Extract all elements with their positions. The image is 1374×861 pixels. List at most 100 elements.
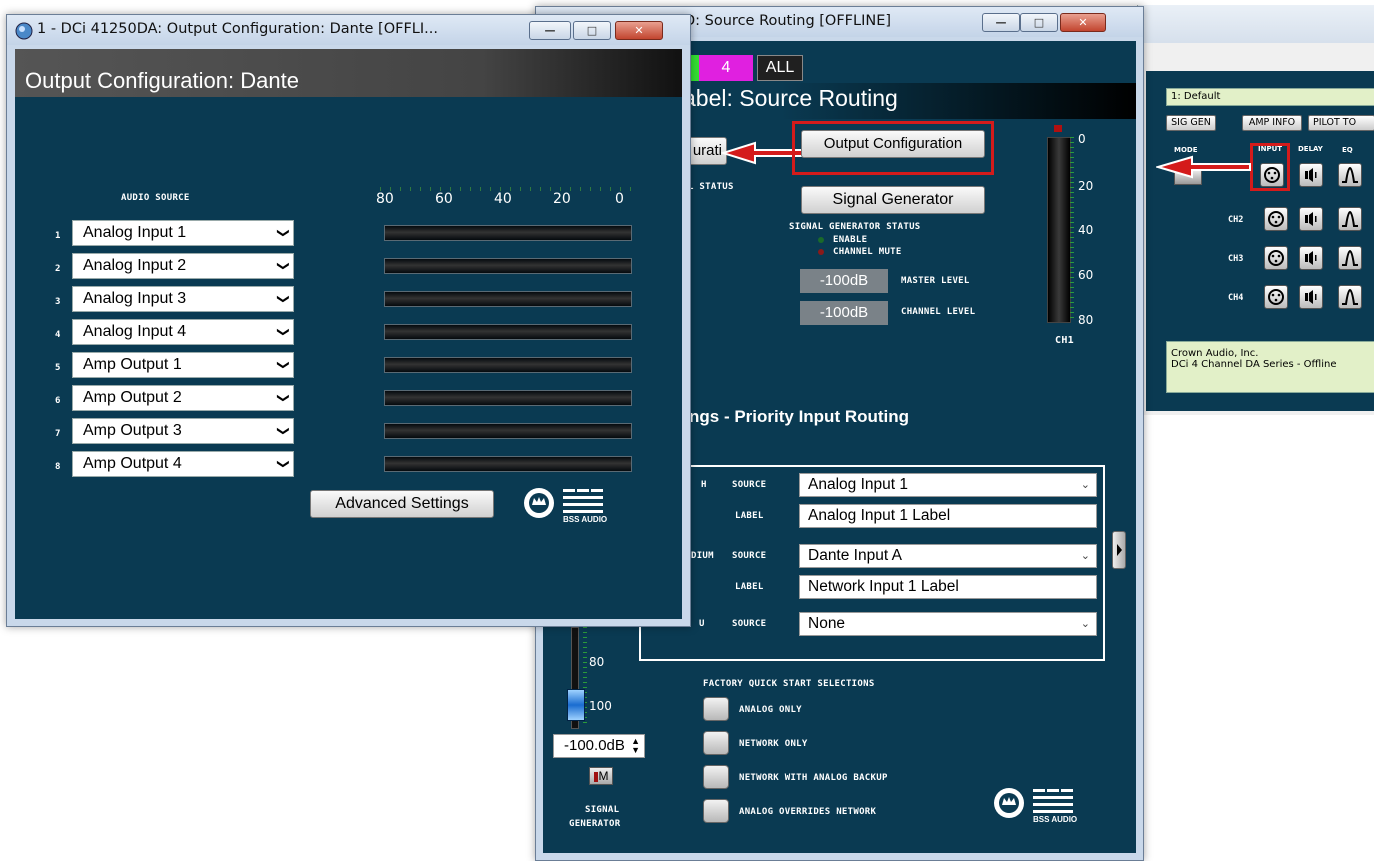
xlr-icon [1268,250,1284,266]
output-source-select[interactable]: Amp Output 2 ❮ [72,385,294,411]
chevron-down-icon: ❮ [274,392,289,404]
output-level-meter [384,456,632,472]
meter-channel-label: CH1 [1055,335,1074,346]
maximize-button[interactable]: □ [573,21,611,40]
row-medium-label-field[interactable]: Network Input 1 Label [799,575,1097,599]
network-only-button[interactable] [703,731,729,755]
delay-button-ch2[interactable] [1299,207,1323,231]
output-source-select[interactable]: Analog Input 2 ❮ [72,253,294,279]
output-source-select[interactable]: Amp Output 3 ❮ [72,418,294,444]
maximize-button[interactable]: □ [1020,13,1058,32]
device-panel: 1: Default SIG GEN AMP INFO PILOT TO MOD… [1146,71,1374,411]
input-button-ch2[interactable] [1264,207,1288,231]
bss-logo: BSS AUDIO [519,481,629,531]
delay-button-ch4[interactable] [1299,285,1323,309]
input-button-ch3[interactable] [1264,246,1288,270]
row-high-label-label: LABEL [735,511,764,521]
chevron-down-icon: ❮ [274,227,289,239]
signal-generator-label-2: GENERATOR [569,819,621,829]
eq-button-ch4[interactable] [1338,285,1362,309]
output-number: 3 [55,297,61,307]
pilot-tone-button[interactable]: PILOT TO [1308,115,1374,131]
minimize-button[interactable]: — [529,21,571,40]
speaker-icon [1305,168,1317,182]
eq-button-ch3[interactable] [1338,246,1362,270]
logo-text: BSS AUDIO [563,515,608,524]
output-source-select[interactable]: Amp Output 1 ❮ [72,352,294,378]
sig-gen-button[interactable]: SIG GEN [1166,115,1216,131]
analog-only-button[interactable] [703,697,729,721]
row-high-source-label: SOURCE [732,480,767,490]
fader-value: -100.0dB [564,737,625,754]
clip-led [1054,125,1062,132]
page-banner-title: abel: Source Routing [683,85,898,111]
delay-button-ch1[interactable] [1299,163,1323,187]
ch3-label: CH3 [1228,254,1244,264]
delay-button-ch3[interactable] [1299,246,1323,270]
row-medium-source-value: Dante Input A [808,547,902,564]
minimize-button[interactable]: — [982,13,1020,32]
meter-ticks [1070,137,1074,321]
master-level-value[interactable]: -100dB [800,269,888,293]
output-level-meter [384,390,632,406]
meter-scale-40: 40 [1078,223,1094,237]
tab-all[interactable]: ALL [757,55,803,81]
output-source-select[interactable]: Analog Input 3 ❮ [72,286,294,312]
master-level-label: MASTER LEVEL [901,276,970,286]
signal-generator-button[interactable]: Signal Generator [801,186,985,214]
output-config-panel: Output Configuration: Dante AUDIO SOURCE… [15,49,682,619]
priority-heading: ngs - Priority Input Routing [689,407,910,426]
output-level-meter [384,324,632,340]
output-level-meter [384,357,632,373]
output-level-meter [384,291,632,307]
delay-label: DELAY [1298,145,1323,153]
row-low-source-value: None [808,615,846,632]
output-source-select[interactable]: Analog Input 1 ❮ [72,220,294,246]
device-info-box: Crown Audio, Inc. DCi 4 Channel DA Serie… [1166,341,1374,393]
channel-level-label: CHANNEL LEVEL [901,307,976,317]
fader-knob[interactable] [567,689,585,721]
window-title: 1 - DCi 41250DA: Output Configuration: D… [37,21,438,37]
ch2-label: CH2 [1228,215,1244,225]
scale-80: 80 [376,191,394,207]
network-analog-backup-label: NETWORK WITH ANALOG BACKUP [739,773,888,783]
chevron-down-icon: ❮ [274,359,289,371]
expand-button[interactable] [1112,531,1126,569]
scale-40: 40 [494,191,512,207]
row-high-source-select[interactable]: Analog Input 1 ⌄ [799,473,1097,497]
speaker-icon [1305,212,1317,226]
eq-button-ch1[interactable] [1338,163,1362,187]
close-button[interactable]: ✕ [615,21,663,40]
fader-scale-80: 80 [589,655,605,669]
eq-button-ch2[interactable] [1338,207,1362,231]
ch4-label: CH4 [1228,293,1244,303]
close-button[interactable]: ✕ [1060,13,1106,32]
speaker-icon [1305,290,1317,304]
row-medium-source-select[interactable]: Dante Input A ⌄ [799,544,1097,568]
output-configuration-button[interactable]: Output Configuration [801,130,985,158]
bss-logo: BSS AUDIO [989,781,1099,831]
amp-info-button[interactable]: AMP INFO [1242,115,1302,131]
mute-button[interactable]: M [589,767,613,785]
fader-value-spinner[interactable]: -100.0dB ▲ ▼ [553,734,645,758]
row-low-source-label: SOURCE [732,619,767,629]
channel-level-value[interactable]: -100dB [800,301,888,325]
meter-scale-20: 20 [1078,179,1094,193]
output-config-titlebar[interactable]: 1 - DCi 41250DA: Output Configuration: D… [7,15,690,45]
output-source-select[interactable]: Analog Input 4 ❮ [72,319,294,345]
advanced-settings-button[interactable]: Advanced Settings [310,490,494,518]
tab-4[interactable]: 4 [699,55,753,81]
spinner-arrows-icon[interactable]: ▲ ▼ [631,737,640,755]
analog-overrides-button[interactable] [703,799,729,823]
preset-field[interactable]: 1: Default [1166,88,1374,106]
network-analog-backup-button[interactable] [703,765,729,789]
output-number: 5 [55,363,61,373]
row-high-prefix: H [701,480,707,490]
row-high-label-field[interactable]: Analog Input 1 Label [799,504,1097,528]
input-button-ch4[interactable] [1264,285,1288,309]
quick-start-title: FACTORY QUICK START SELECTIONS [703,679,875,689]
output-source-select[interactable]: Amp Output 4 ❮ [72,451,294,477]
row-low-source-select[interactable]: None ⌄ [799,612,1097,636]
meter-scale-80: 80 [1078,313,1094,327]
app-globe-icon [15,22,33,40]
